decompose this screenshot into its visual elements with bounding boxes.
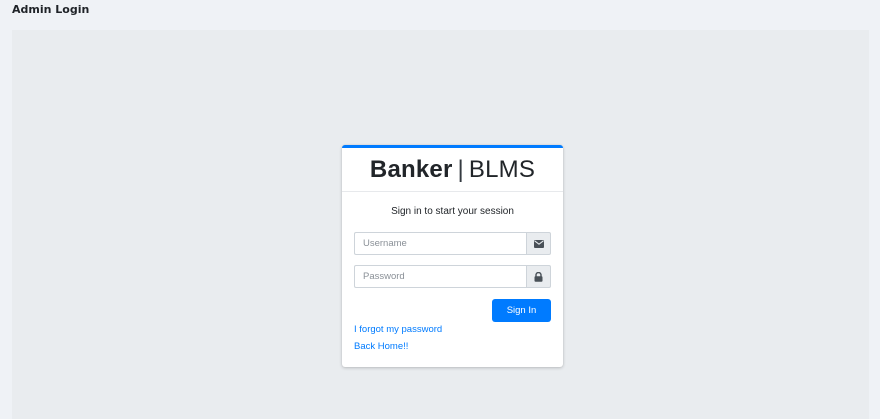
login-logo: Banker | BLMS <box>342 148 563 192</box>
login-page-background: Banker | BLMS Sign in to start your sess… <box>12 30 869 419</box>
lock-icon <box>526 265 551 288</box>
envelope-icon <box>526 232 551 255</box>
submit-row: Sign In <box>354 299 551 322</box>
brand-name-bold: Banker <box>369 155 453 183</box>
page-title: Admin Login <box>12 3 90 16</box>
username-group <box>354 232 551 255</box>
username-input[interactable] <box>354 232 526 255</box>
sign-in-button[interactable]: Sign In <box>492 299 551 322</box>
login-card: Banker | BLMS Sign in to start your sess… <box>342 145 563 367</box>
brand-separator: | <box>457 155 464 183</box>
back-home-link[interactable]: Back Home!! <box>354 341 551 353</box>
password-input[interactable] <box>354 265 526 288</box>
brand-name-light: BLMS <box>468 155 536 183</box>
login-box-message: Sign in to start your session <box>391 206 514 217</box>
login-card-body: Sign in to start your session Username S… <box>342 206 563 353</box>
forgot-password-link[interactable]: I forgot my password <box>354 324 551 336</box>
password-group <box>354 265 551 288</box>
